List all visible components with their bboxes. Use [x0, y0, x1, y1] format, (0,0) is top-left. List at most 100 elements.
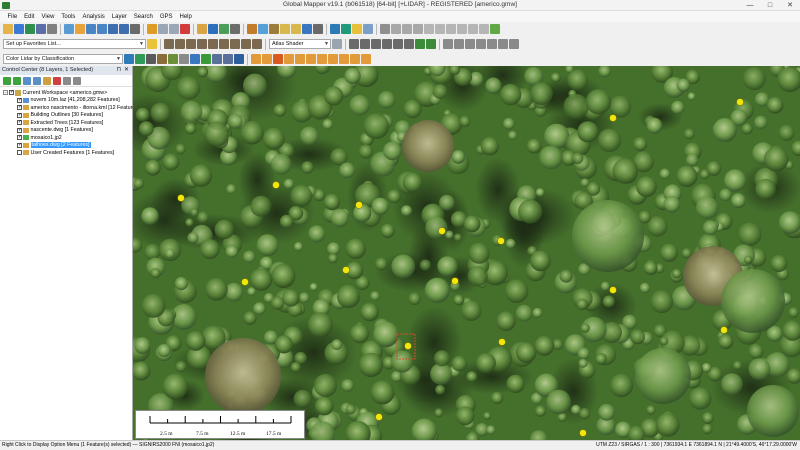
shader-2-icon[interactable] — [175, 39, 185, 49]
layer-visibility-checkbox[interactable] — [17, 119, 22, 126]
layer-visibility-checkbox[interactable] — [17, 150, 22, 156]
zoom-out-icon[interactable] — [97, 24, 107, 34]
pin-5-icon[interactable] — [306, 54, 316, 64]
layer-zoom-icon[interactable] — [43, 76, 51, 85]
tree-point-marker[interactable] — [342, 266, 350, 274]
shader-3-icon[interactable] — [186, 39, 196, 49]
tree-point-marker[interactable] — [609, 286, 617, 294]
sun-icon[interactable] — [352, 24, 362, 34]
favorites-star-icon[interactable] — [147, 39, 157, 49]
globe-icon[interactable] — [330, 24, 340, 34]
measure-icon[interactable] — [169, 24, 179, 34]
layer-visibility-checkbox[interactable] — [17, 97, 22, 103]
vertex-tool-icon[interactable] — [435, 24, 445, 34]
layer-row[interactable]: Extracted Trees [123 Features] — [3, 119, 132, 127]
layer-options-icon[interactable] — [23, 76, 31, 85]
pan-icon[interactable] — [75, 24, 85, 34]
shader-4-icon[interactable] — [197, 39, 207, 49]
layer-visibility-checkbox[interactable] — [17, 112, 22, 118]
home-icon[interactable] — [130, 24, 140, 34]
menu-search[interactable]: Search — [130, 14, 156, 20]
ruler-icon[interactable] — [490, 24, 500, 34]
path-profile-icon[interactable] — [230, 24, 240, 34]
pin-9-icon[interactable] — [350, 54, 360, 64]
layer-visibility-checkbox[interactable] — [17, 142, 22, 148]
lidar-building-icon[interactable] — [190, 54, 200, 64]
create-circle-icon[interactable] — [393, 39, 403, 49]
pin-3-icon[interactable] — [284, 54, 294, 64]
pencil-3-icon[interactable] — [465, 39, 475, 49]
map-layout-icon[interactable] — [258, 24, 268, 34]
layer-up-icon[interactable] — [3, 76, 11, 85]
lidar-profile-icon[interactable] — [223, 54, 233, 64]
pin-2-icon[interactable] — [262, 54, 272, 64]
pin-1-icon[interactable] — [251, 54, 261, 64]
delete-icon[interactable] — [180, 24, 190, 34]
snap-icon[interactable] — [413, 24, 423, 34]
menu-help[interactable]: Help — [176, 14, 195, 20]
target-icon[interactable] — [273, 54, 283, 64]
brush-icon[interactable] — [426, 39, 436, 49]
workspace-node[interactable]: − Current Workspace <americo.gmw> — [3, 89, 132, 97]
collapse-icon[interactable]: − — [3, 90, 8, 96]
shader-options-icon[interactable] — [332, 39, 342, 49]
buffer-icon[interactable] — [479, 24, 489, 34]
menu-file[interactable]: File — [4, 14, 21, 20]
lidar-noise-icon[interactable] — [179, 54, 189, 64]
shader-1-icon[interactable] — [164, 39, 174, 49]
pen-icon[interactable] — [415, 39, 425, 49]
layer-row[interactable]: talhoes.dwg [2 Features] — [3, 142, 132, 150]
move-icon[interactable] — [380, 24, 390, 34]
create-area-icon[interactable] — [371, 39, 381, 49]
line-tool-icon[interactable] — [424, 24, 434, 34]
create-rect-icon[interactable] — [382, 39, 392, 49]
close-button[interactable]: ✕ — [780, 0, 800, 11]
lidar-filter-icon[interactable] — [124, 54, 134, 64]
join-icon[interactable] — [457, 24, 467, 34]
search-features-icon[interactable] — [291, 24, 301, 34]
layer-remove-icon[interactable] — [53, 76, 61, 85]
info-icon[interactable] — [208, 24, 218, 34]
lidar-ground-icon[interactable] — [168, 54, 178, 64]
favorites-select[interactable]: Set up Favorites List... ▼ — [3, 39, 146, 49]
menu-tools[interactable]: Tools — [58, 14, 79, 20]
create-text-icon[interactable] — [404, 39, 414, 49]
tree-point-marker[interactable] — [736, 98, 744, 106]
layer-row[interactable]: mosaico1.jp2 — [3, 134, 132, 142]
rotate-icon[interactable] — [391, 24, 401, 34]
layer-filter-icon[interactable] — [73, 76, 81, 85]
layer-visible-icon[interactable] — [63, 76, 71, 85]
create-line-icon[interactable] — [360, 39, 370, 49]
pin-8-icon[interactable] — [339, 54, 349, 64]
open-data-icon[interactable] — [3, 24, 13, 34]
lidar-points-icon[interactable] — [146, 54, 156, 64]
tree-point-marker[interactable] — [404, 342, 412, 350]
split-icon[interactable] — [446, 24, 456, 34]
tree-point-marker[interactable] — [451, 277, 459, 285]
tree-point-marker[interactable] — [579, 429, 587, 437]
workspace-checkbox[interactable] — [9, 89, 14, 96]
tree-point-marker[interactable] — [438, 227, 446, 235]
layer-row[interactable]: nascente.dwg [1 Features] — [3, 127, 132, 135]
layer-options-icon[interactable] — [302, 24, 312, 34]
digitizer-icon[interactable] — [147, 24, 157, 34]
maximize-button[interactable]: □ — [760, 0, 780, 11]
menu-gps[interactable]: GPS — [156, 14, 176, 20]
minimize-button[interactable]: — — [740, 0, 760, 11]
tree-point-marker[interactable] — [609, 114, 617, 122]
shader-9-icon[interactable] — [252, 39, 262, 49]
forward-icon[interactable] — [119, 24, 129, 34]
tree-point-marker[interactable] — [375, 413, 383, 421]
pin-4-icon[interactable] — [295, 54, 305, 64]
shader-8-icon[interactable] — [241, 39, 251, 49]
lidar-grid-icon[interactable] — [157, 54, 167, 64]
simplify-icon[interactable] — [468, 24, 478, 34]
shading-icon[interactable] — [363, 24, 373, 34]
lidar-tree-icon[interactable] — [201, 54, 211, 64]
map-view[interactable] — [133, 66, 800, 440]
pin-7-icon[interactable] — [328, 54, 338, 64]
gps-icon[interactable] — [341, 24, 351, 34]
download-online-data-icon[interactable] — [25, 24, 35, 34]
edit-icon[interactable] — [158, 24, 168, 34]
layer-down-icon[interactable] — [13, 76, 21, 85]
